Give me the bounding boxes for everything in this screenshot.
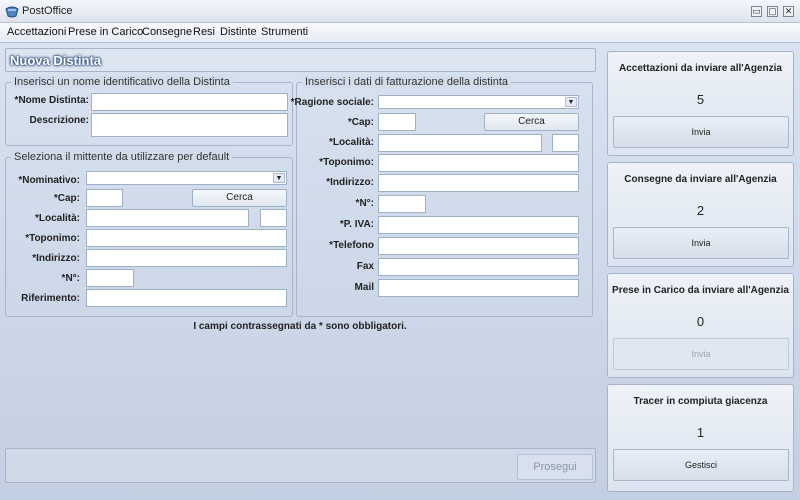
fatt-indirizzo-label: *Indirizzo: [326, 177, 374, 188]
fatt-numero-input[interactable] [378, 195, 426, 213]
riferimento-label: Riferimento: [21, 293, 80, 304]
minimize-icon[interactable]: ▭ [751, 6, 762, 17]
mail-input[interactable] [378, 279, 579, 297]
invia-accettazioni-button[interactable]: Invia [613, 116, 789, 148]
mittente-group-legend: Seleziona il mittente da utilizzare per … [11, 151, 233, 163]
fatt-indirizzo-input[interactable] [378, 174, 579, 192]
card-count: 5 [696, 92, 705, 107]
card-title: Accettazioni da inviare all'Agenzia [619, 63, 782, 74]
mittente-numero-label: *N°: [61, 273, 80, 284]
menu-prese-in-carico[interactable]: Prese in Carico [68, 26, 143, 38]
card-count: 2 [696, 203, 705, 218]
mittente-localita-input[interactable] [86, 209, 249, 227]
fatturazione-group: Inserisci i dati di fatturazione della d… [291, 76, 593, 317]
mittente-indirizzo-label: *Indirizzo: [32, 253, 80, 264]
mail-label: Mail [354, 282, 374, 293]
distinta-group: Inserisci un nome identificativo della D… [5, 76, 293, 146]
chevron-down-icon: ▼ [565, 97, 577, 107]
nome-distinta-input[interactable] [91, 93, 288, 111]
ragione-sociale-select[interactable]: ▼ [378, 95, 579, 109]
chevron-down-icon: ▼ [273, 173, 285, 183]
ragione-sociale-label: *Ragione sociale: [290, 97, 374, 108]
page-title: Nuova Distinta [10, 53, 102, 68]
menu-accettazioni[interactable]: Accettazioni [7, 26, 66, 38]
menu-distinte[interactable]: Distinte [220, 26, 257, 38]
maximize-icon[interactable]: ▢ [767, 6, 778, 17]
distinta-group-legend: Inserisci un nome identificativo della D… [11, 76, 233, 88]
mittente-toponimo-label: *Toponimo: [25, 233, 80, 244]
fatt-toponimo-label: *Toponimo: [319, 157, 374, 168]
piva-label: *P. IVA: [339, 219, 374, 230]
menu-bar: Accettazioni Prese in Carico Consegne Re… [0, 23, 800, 43]
fatt-localita-label: *Località: [328, 137, 374, 148]
gestisci-tracer-button[interactable]: Gestisci [613, 449, 789, 481]
card-accettazioni: Accettazioni da inviare all'Agenzia 5 In… [607, 51, 794, 156]
fax-label: Fax [356, 261, 374, 272]
fatt-cap-label: *Cap: [347, 117, 374, 128]
telefono-input[interactable] [378, 237, 579, 255]
menu-resi[interactable]: Resi [193, 26, 215, 38]
main-area: Nuova Distinta Inserisci un nome identif… [0, 43, 800, 500]
card-tracer: Tracer in compiuta giacenza 1 Gestisci [607, 384, 794, 492]
required-fields-note: I campi contrassegnati da * sono obbliga… [193, 321, 407, 332]
fatt-provincia-input[interactable] [552, 134, 579, 152]
card-prese-in-carico: Prese in Carico da inviare all'Agenzia 0… [607, 273, 794, 378]
postoffice-app-icon [5, 6, 19, 18]
fatt-numero-label: *N°: [355, 198, 374, 209]
telefono-label: *Telefono [329, 240, 374, 251]
page-header: Nuova Distinta [5, 48, 596, 72]
mittente-numero-input[interactable] [86, 269, 134, 287]
card-title: Prese in Carico da inviare all'Agenzia [612, 285, 789, 296]
mittente-toponimo-input[interactable] [86, 229, 287, 247]
card-count: 1 [696, 425, 705, 440]
fatt-cerca-button[interactable]: Cerca [484, 113, 579, 131]
mittente-localita-label: *Località: [34, 213, 80, 224]
riferimento-input[interactable] [86, 289, 287, 307]
nome-distinta-label: *Nome Distinta: [14, 95, 89, 106]
fatt-cap-input[interactable] [378, 113, 416, 131]
mittente-cerca-button[interactable]: Cerca [192, 189, 287, 207]
card-title: Tracer in compiuta giacenza [633, 396, 768, 407]
title-bar: PostOffice ▭ ▢ ✕ [0, 0, 800, 23]
invia-consegne-button[interactable]: Invia [613, 227, 789, 259]
close-icon[interactable]: ✕ [783, 6, 794, 17]
menu-consegne[interactable]: Consegne [142, 26, 192, 38]
fatt-localita-input[interactable] [378, 134, 542, 152]
window-title: PostOffice [22, 5, 73, 17]
mittente-cap-input[interactable] [86, 189, 123, 207]
mittente-provincia-input[interactable] [260, 209, 287, 227]
nominativo-select[interactable]: ▼ [86, 171, 287, 185]
menu-strumenti[interactable]: Strumenti [261, 26, 308, 38]
fatt-toponimo-input[interactable] [378, 154, 579, 172]
card-consegne: Consegne da inviare all'Agenzia 2 Invia [607, 162, 794, 267]
invia-prese-in-carico-button[interactable]: Invia [613, 338, 789, 370]
card-count: 0 [696, 314, 705, 329]
mittente-cap-label: *Cap: [53, 193, 80, 204]
mittente-indirizzo-input[interactable] [86, 249, 287, 267]
card-title: Consegne da inviare all'Agenzia [624, 174, 777, 185]
nominativo-label: *Nominativo: [18, 175, 80, 186]
mittente-group: Seleziona il mittente da utilizzare per … [5, 151, 293, 317]
fatturazione-group-legend: Inserisci i dati di fatturazione della d… [302, 76, 511, 88]
prosegui-button[interactable]: Prosegui [517, 454, 593, 480]
piva-input[interactable] [378, 216, 579, 234]
descrizione-label: Descrizione: [29, 115, 89, 126]
bottom-action-bar: Prosegui [5, 448, 596, 483]
fax-input[interactable] [378, 258, 579, 276]
descrizione-input[interactable] [91, 113, 288, 137]
